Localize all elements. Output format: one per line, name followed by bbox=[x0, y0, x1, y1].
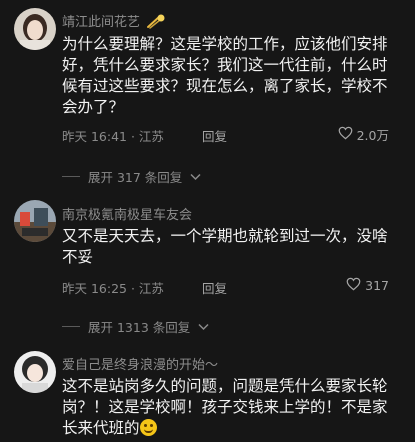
username[interactable]: 爱自己是终身浪漫的开始～ bbox=[62, 354, 218, 373]
divider-line bbox=[62, 176, 80, 177]
avatar[interactable] bbox=[14, 351, 56, 393]
comment-time-location: 昨天 16:41 · 江苏 bbox=[62, 129, 164, 144]
like-count: 317 bbox=[365, 278, 389, 293]
chevron-down-icon bbox=[190, 169, 201, 184]
username[interactable]: 靖江此间花艺 bbox=[62, 11, 166, 33]
avatar[interactable] bbox=[14, 200, 56, 242]
comment-time-location: 昨天 16:25 · 江苏 bbox=[62, 281, 164, 296]
comment-text: 又不是天天去，一个学期也就轮到过一次，没啥不妥 bbox=[62, 227, 388, 266]
heart-icon bbox=[338, 126, 353, 143]
divider-line bbox=[62, 326, 80, 327]
expand-replies-button[interactable]: 展开 1313 条回复 bbox=[62, 317, 209, 336]
comment-text: 为什么要理解？这是学校的工作，应该他们安排好，凭什么要求家长？我们这一代往前，什… bbox=[62, 35, 388, 116]
like-count: 2.0万 bbox=[356, 128, 389, 143]
like-button[interactable]: 2.0万 bbox=[338, 125, 389, 144]
expand-replies-label: 展开 1313 条回复 bbox=[88, 320, 191, 335]
expand-replies-label: 展开 317 条回复 bbox=[88, 170, 183, 185]
avatar[interactable] bbox=[14, 8, 56, 50]
username[interactable]: 南京极氪南极星车友会 bbox=[62, 204, 192, 223]
comment-text: 这不是站岗多久的问题，问题是凭什么要家长轮岗？！这是学校啊！孩子交钱来上学的！不… bbox=[62, 376, 401, 439]
smile-emoji-icon bbox=[139, 419, 157, 436]
expand-replies-button[interactable]: 展开 317 条回复 bbox=[62, 167, 201, 186]
comet-emoji-icon bbox=[146, 13, 166, 33]
reply-button[interactable]: 回复 bbox=[202, 278, 227, 297]
heart-icon bbox=[346, 277, 361, 294]
comment-text-content: 这不是站岗多久的问题，问题是凭什么要家长轮岗？！这是学校啊！孩子交钱来上学的！不… bbox=[62, 377, 388, 437]
like-button[interactable]: 317 bbox=[346, 277, 389, 294]
chevron-down-icon bbox=[198, 319, 209, 334]
reply-button[interactable]: 回复 bbox=[202, 126, 227, 145]
